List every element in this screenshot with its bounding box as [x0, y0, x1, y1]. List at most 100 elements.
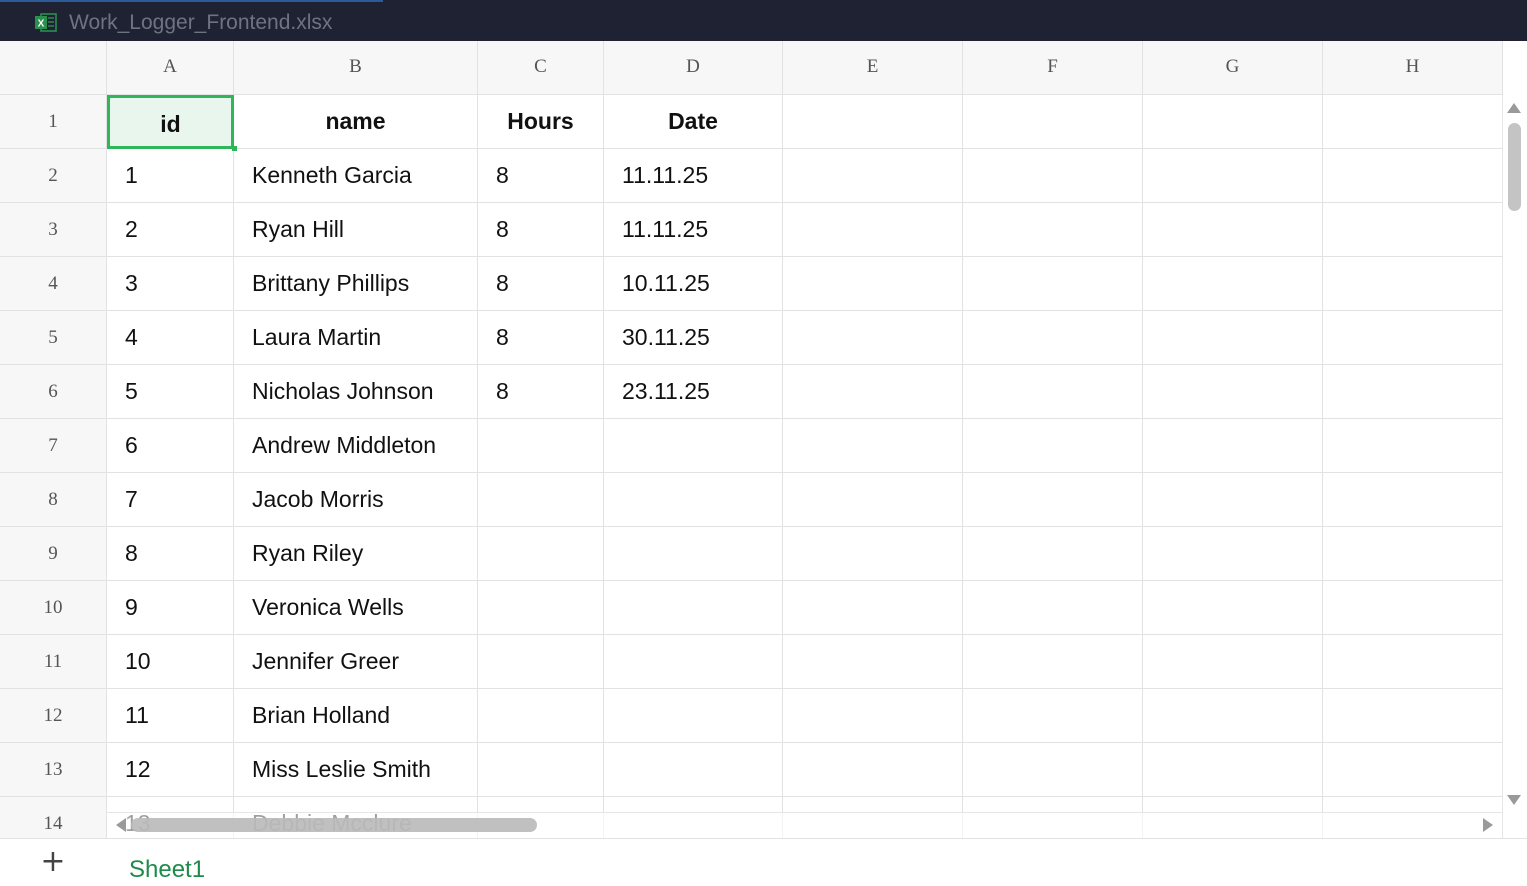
- row-header-14[interactable]: 14: [0, 797, 107, 838]
- cell-d4[interactable]: 10.11.25: [604, 257, 783, 311]
- cell-e11[interactable]: [783, 635, 963, 689]
- cell-b3[interactable]: Ryan Hill: [234, 203, 478, 257]
- cell-f12[interactable]: [963, 689, 1143, 743]
- cell-d3[interactable]: 11.11.25: [604, 203, 783, 257]
- select-all-corner[interactable]: [0, 41, 107, 95]
- cell-e10[interactable]: [783, 581, 963, 635]
- plus-icon[interactable]: +: [40, 847, 66, 877]
- column-header-e[interactable]: E: [783, 41, 963, 95]
- cell-f9[interactable]: [963, 527, 1143, 581]
- cell-b7[interactable]: Andrew Middleton: [234, 419, 478, 473]
- cell-c8[interactable]: [478, 473, 604, 527]
- cell-f8[interactable]: [963, 473, 1143, 527]
- cell-c11[interactable]: [478, 635, 604, 689]
- cell-f10[interactable]: [963, 581, 1143, 635]
- cell-h8[interactable]: [1323, 473, 1503, 527]
- cell-f7[interactable]: [963, 419, 1143, 473]
- cell-h7[interactable]: [1323, 419, 1503, 473]
- cell-a12[interactable]: 11: [107, 689, 234, 743]
- cell-d8[interactable]: [604, 473, 783, 527]
- cell-c12[interactable]: [478, 689, 604, 743]
- cell-b4[interactable]: Brittany Phillips: [234, 257, 478, 311]
- cell-e3[interactable]: [783, 203, 963, 257]
- cell-g2[interactable]: [1143, 149, 1323, 203]
- cell-h11[interactable]: [1323, 635, 1503, 689]
- row-header-8[interactable]: 8: [0, 473, 107, 527]
- cell-a13[interactable]: 12: [107, 743, 234, 797]
- cell-c5[interactable]: 8: [478, 311, 604, 365]
- cell-c4[interactable]: 8: [478, 257, 604, 311]
- cell-f13[interactable]: [963, 743, 1143, 797]
- cell-f6[interactable]: [963, 365, 1143, 419]
- cell-d12[interactable]: [604, 689, 783, 743]
- cell-d6[interactable]: 23.11.25: [604, 365, 783, 419]
- cell-c10[interactable]: [478, 581, 604, 635]
- cell-g8[interactable]: [1143, 473, 1323, 527]
- cell-h12[interactable]: [1323, 689, 1503, 743]
- cell-c2[interactable]: 8: [478, 149, 604, 203]
- file-tab[interactable]: X Work_Logger_Frontend.xlsx: [0, 0, 383, 41]
- scroll-down-arrow-icon[interactable]: [1507, 795, 1521, 805]
- row-header-11[interactable]: 11: [0, 635, 107, 689]
- cell-a9[interactable]: 8: [107, 527, 234, 581]
- row-header-12[interactable]: 12: [0, 689, 107, 743]
- cell-g3[interactable]: [1143, 203, 1323, 257]
- cell-h5[interactable]: [1323, 311, 1503, 365]
- cell-e4[interactable]: [783, 257, 963, 311]
- cell-b12[interactable]: Brian Holland: [234, 689, 478, 743]
- fill-handle[interactable]: [232, 146, 237, 151]
- cell-g7[interactable]: [1143, 419, 1323, 473]
- cell-b6[interactable]: Nicholas Johnson: [234, 365, 478, 419]
- row-header-10[interactable]: 10: [0, 581, 107, 635]
- cell-e2[interactable]: [783, 149, 963, 203]
- vertical-scroll-thumb[interactable]: [1508, 123, 1521, 211]
- cell-f5[interactable]: [963, 311, 1143, 365]
- cell-b5[interactable]: Laura Martin: [234, 311, 478, 365]
- sheet-tab-sheet1[interactable]: Sheet1: [129, 856, 205, 884]
- cell-e7[interactable]: [783, 419, 963, 473]
- row-header-9[interactable]: 9: [0, 527, 107, 581]
- cell-d1[interactable]: Date: [604, 95, 783, 149]
- cell-b11[interactable]: Jennifer Greer: [234, 635, 478, 689]
- cell-b10[interactable]: Veronica Wells: [234, 581, 478, 635]
- cell-f11[interactable]: [963, 635, 1143, 689]
- row-header-7[interactable]: 7: [0, 419, 107, 473]
- cell-d2[interactable]: 11.11.25: [604, 149, 783, 203]
- cell-b2[interactable]: Kenneth Garcia: [234, 149, 478, 203]
- cell-h3[interactable]: [1323, 203, 1503, 257]
- cell-d11[interactable]: [604, 635, 783, 689]
- row-header-5[interactable]: 5: [0, 311, 107, 365]
- cell-c6[interactable]: 8: [478, 365, 604, 419]
- cell-h10[interactable]: [1323, 581, 1503, 635]
- cell-a8[interactable]: 7: [107, 473, 234, 527]
- cell-a10[interactable]: 9: [107, 581, 234, 635]
- cell-c7[interactable]: [478, 419, 604, 473]
- cell-f2[interactable]: [963, 149, 1143, 203]
- cell-g9[interactable]: [1143, 527, 1323, 581]
- cell-f1[interactable]: [963, 95, 1143, 149]
- cell-h9[interactable]: [1323, 527, 1503, 581]
- cell-c9[interactable]: [478, 527, 604, 581]
- scroll-right-arrow-icon[interactable]: [1483, 818, 1493, 832]
- cell-h1[interactable]: [1323, 95, 1503, 149]
- cell-d7[interactable]: [604, 419, 783, 473]
- cell-a6[interactable]: 5: [107, 365, 234, 419]
- cell-a11[interactable]: 10: [107, 635, 234, 689]
- cell-g12[interactable]: [1143, 689, 1323, 743]
- row-header-1[interactable]: 1: [0, 95, 107, 149]
- cell-g13[interactable]: [1143, 743, 1323, 797]
- cell-h4[interactable]: [1323, 257, 1503, 311]
- cell-e12[interactable]: [783, 689, 963, 743]
- cell-d5[interactable]: 30.11.25: [604, 311, 783, 365]
- cell-h13[interactable]: [1323, 743, 1503, 797]
- cell-h6[interactable]: [1323, 365, 1503, 419]
- cell-e5[interactable]: [783, 311, 963, 365]
- cell-a7[interactable]: 6: [107, 419, 234, 473]
- horizontal-scroll-thumb[interactable]: [131, 818, 537, 832]
- row-header-13[interactable]: 13: [0, 743, 107, 797]
- column-header-a[interactable]: A: [107, 41, 234, 95]
- column-header-f[interactable]: F: [963, 41, 1143, 95]
- cell-a4[interactable]: 3: [107, 257, 234, 311]
- cell-d13[interactable]: [604, 743, 783, 797]
- cell-g5[interactable]: [1143, 311, 1323, 365]
